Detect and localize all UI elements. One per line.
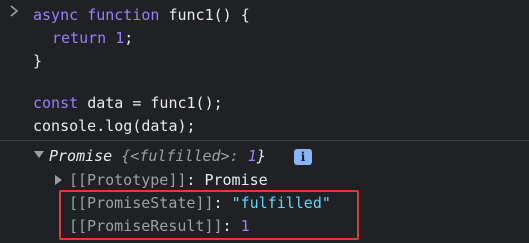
console-object: console: [33, 117, 97, 135]
dot: .: [96, 117, 106, 135]
keyword-const: const: [33, 94, 79, 112]
call-args: (data);: [132, 117, 196, 135]
function-signature-rest: () {: [213, 6, 250, 24]
keyword-async: async: [33, 6, 79, 24]
code-line-1: async function func1() {: [33, 4, 250, 26]
code-line-6: console.log(data);: [33, 115, 196, 137]
promise-label: Promise: [49, 147, 113, 165]
prototype-row[interactable]: [[Prototype]]: Promise: [69, 169, 268, 191]
info-icon[interactable]: i: [294, 149, 312, 165]
promise-state-value: 1: [247, 147, 257, 165]
code-line-3: }: [33, 50, 42, 72]
devtools-console: async function func1() { return 1; } con…: [0, 0, 529, 243]
log-method: log: [105, 117, 133, 135]
prototype-key: [[Prototype]]: [69, 171, 187, 189]
promise-summary[interactable]: Promise {<fulfilled>: 1}: [49, 145, 266, 167]
console-output-entry: Promise {<fulfilled>: 1} i [[Prototype]]…: [0, 141, 529, 243]
prototype-value: Promise: [204, 171, 268, 189]
variable-data: data: [87, 94, 124, 112]
chevron-right-icon: [9, 5, 21, 17]
promise-state-sep: >:: [220, 147, 248, 165]
return-number: 1: [115, 29, 125, 47]
code-line-2: return 1;: [52, 27, 133, 49]
closing-brace: }: [33, 52, 43, 70]
highlight-annotation-box: [59, 190, 359, 240]
console-input-entry: async function func1() { return 1; } con…: [0, 0, 529, 139]
promise-state-word: fulfilled: [139, 147, 221, 165]
keyword-function: function: [87, 6, 160, 24]
collapsed-triangle-icon[interactable]: [55, 175, 62, 185]
promise-brace-open: {<: [121, 147, 140, 165]
keyword-return: return: [52, 29, 107, 47]
promise-brace-close: }: [256, 147, 266, 165]
semicolon: ;: [124, 29, 134, 47]
prototype-sep: :: [186, 171, 205, 189]
function-name: func1: [168, 6, 214, 24]
assignment-rest: = func1();: [123, 94, 223, 112]
code-line-5: const data = func1();: [33, 92, 223, 114]
expand-triangle-icon[interactable]: [34, 151, 44, 158]
